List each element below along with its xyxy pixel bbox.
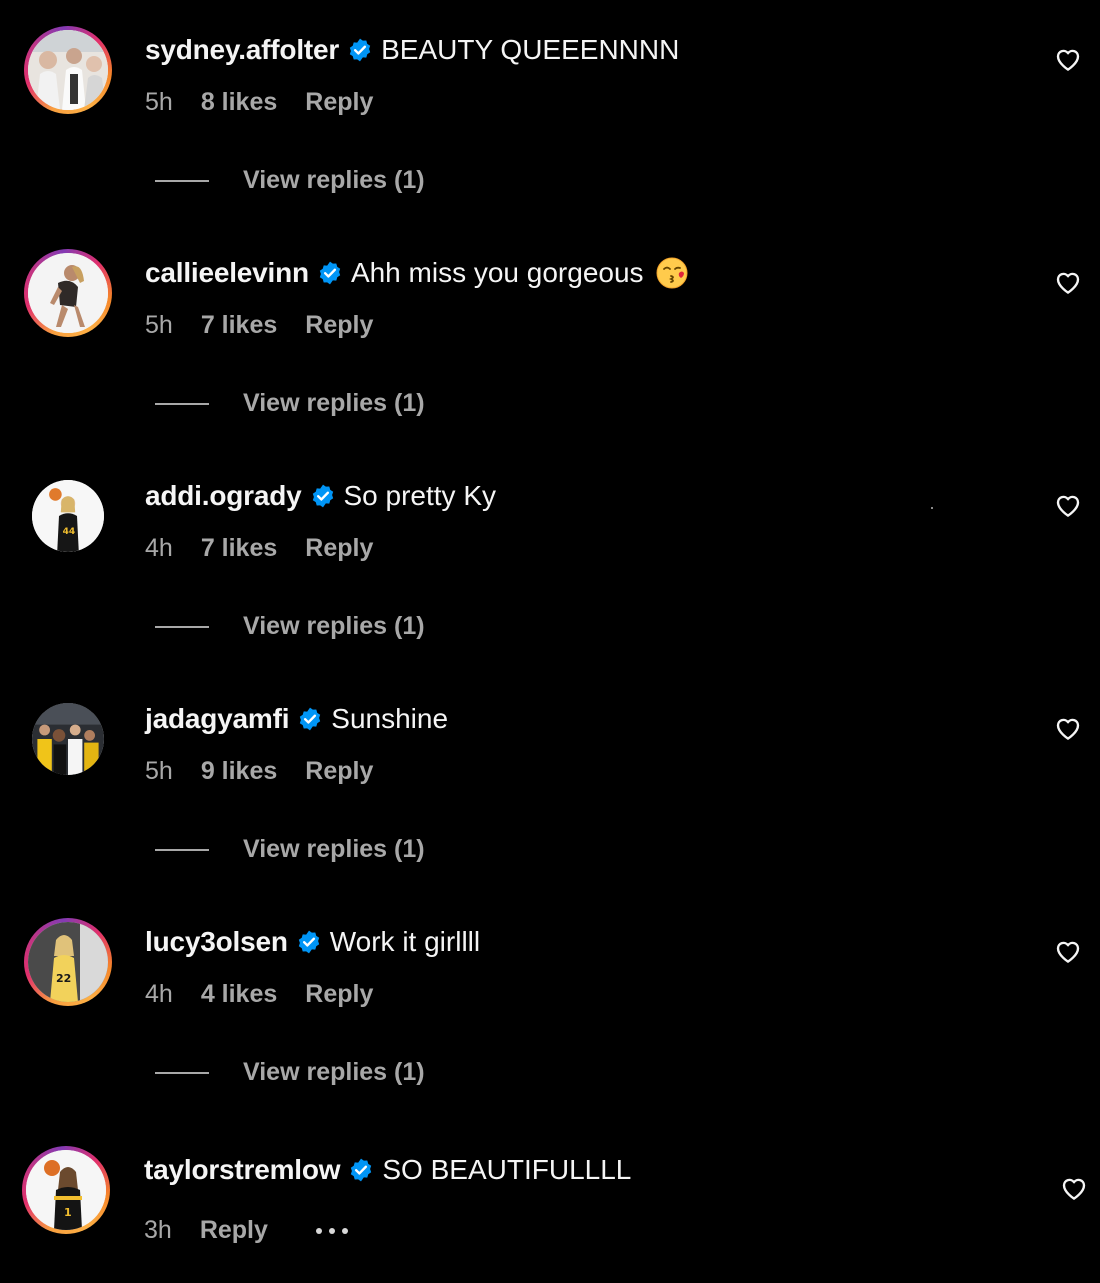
view-replies-button[interactable]: View replies (1) bbox=[155, 166, 425, 195]
comment-likes[interactable]: 7 likes bbox=[201, 311, 277, 340]
replies-divider bbox=[155, 848, 209, 851]
reply-button[interactable]: Reply bbox=[305, 311, 373, 340]
replies-divider bbox=[155, 179, 209, 182]
avatar[interactable]: 1 bbox=[22, 1146, 110, 1234]
reply-button[interactable]: Reply bbox=[200, 1216, 268, 1245]
view-replies-button[interactable]: View replies (1) bbox=[155, 612, 425, 641]
avatar[interactable]: 44 bbox=[24, 472, 112, 560]
avatar[interactable] bbox=[24, 695, 112, 783]
comment-time: 4h bbox=[145, 980, 173, 1008]
kissing-face-emoji-icon bbox=[656, 257, 688, 289]
svg-text:44: 44 bbox=[63, 527, 76, 537]
comment-text: Sunshine bbox=[331, 703, 449, 734]
avatar[interactable] bbox=[24, 249, 112, 337]
heart-icon[interactable] bbox=[1053, 44, 1083, 74]
view-replies-label: View replies (1) bbox=[243, 835, 425, 863]
comment-username[interactable]: jadagyamfi bbox=[145, 703, 289, 735]
avatar[interactable]: 22 bbox=[24, 918, 112, 1006]
heart-icon[interactable] bbox=[1059, 1173, 1089, 1203]
reply-button[interactable]: Reply bbox=[305, 980, 373, 1009]
replies-divider bbox=[155, 1071, 209, 1074]
comment-time: 5h bbox=[145, 88, 173, 116]
comment-username[interactable]: taylorstremlow bbox=[144, 1154, 341, 1186]
comment-text: SO BEAUTIFULLLL bbox=[382, 1154, 632, 1185]
view-replies-label: View replies (1) bbox=[243, 389, 425, 417]
comment-username[interactable]: lucy3olsen bbox=[145, 926, 288, 958]
verified-badge-icon bbox=[296, 929, 322, 955]
reply-button[interactable]: Reply bbox=[305, 88, 373, 117]
verified-badge-icon bbox=[348, 1157, 374, 1183]
replies-divider bbox=[155, 625, 209, 628]
view-replies-button[interactable]: View replies (1) bbox=[155, 1058, 425, 1087]
verified-badge-icon bbox=[310, 483, 336, 509]
reply-button[interactable]: Reply bbox=[305, 757, 373, 786]
comment-likes[interactable]: 8 likes bbox=[201, 88, 277, 117]
comment-username[interactable]: callieelevinn bbox=[145, 257, 309, 289]
comment-time: 5h bbox=[145, 311, 173, 339]
heart-icon[interactable] bbox=[1053, 713, 1083, 743]
verified-badge-icon bbox=[347, 37, 373, 63]
comment-time: 3h bbox=[144, 1216, 172, 1244]
comment-username[interactable]: sydney.affolter bbox=[145, 34, 339, 66]
view-replies-button[interactable]: View replies (1) bbox=[155, 835, 425, 864]
reply-button[interactable]: Reply bbox=[305, 534, 373, 563]
verified-badge-icon bbox=[317, 260, 343, 286]
view-replies-button[interactable]: View replies (1) bbox=[155, 389, 425, 418]
comment-time: 5h bbox=[145, 757, 173, 785]
heart-icon[interactable] bbox=[1053, 490, 1083, 520]
view-replies-label: View replies (1) bbox=[243, 166, 425, 194]
comment-text: BEAUTY QUEEENNNN bbox=[381, 34, 680, 65]
heart-icon[interactable] bbox=[1053, 936, 1083, 966]
replies-divider bbox=[155, 402, 209, 405]
svg-text:1: 1 bbox=[64, 1206, 72, 1219]
comment-text: Work it girllll bbox=[329, 926, 481, 957]
comment-time: 4h bbox=[145, 534, 173, 562]
view-replies-label: View replies (1) bbox=[243, 1058, 425, 1086]
comment-text: Ahh miss you gorgeous bbox=[350, 257, 644, 288]
comment-username[interactable]: addi.ogrady bbox=[145, 480, 302, 512]
stray-dot bbox=[931, 507, 933, 509]
more-options-icon[interactable] bbox=[315, 1221, 355, 1241]
comment-likes[interactable]: 4 likes bbox=[201, 980, 277, 1009]
comment-text: So pretty Ky bbox=[343, 480, 497, 511]
svg-text:22: 22 bbox=[56, 972, 71, 985]
verified-badge-icon bbox=[297, 706, 323, 732]
comment-likes[interactable]: 7 likes bbox=[201, 534, 277, 563]
view-replies-label: View replies (1) bbox=[243, 612, 425, 640]
avatar[interactable] bbox=[24, 26, 112, 114]
comment-likes[interactable]: 9 likes bbox=[201, 757, 277, 786]
heart-icon[interactable] bbox=[1053, 267, 1083, 297]
